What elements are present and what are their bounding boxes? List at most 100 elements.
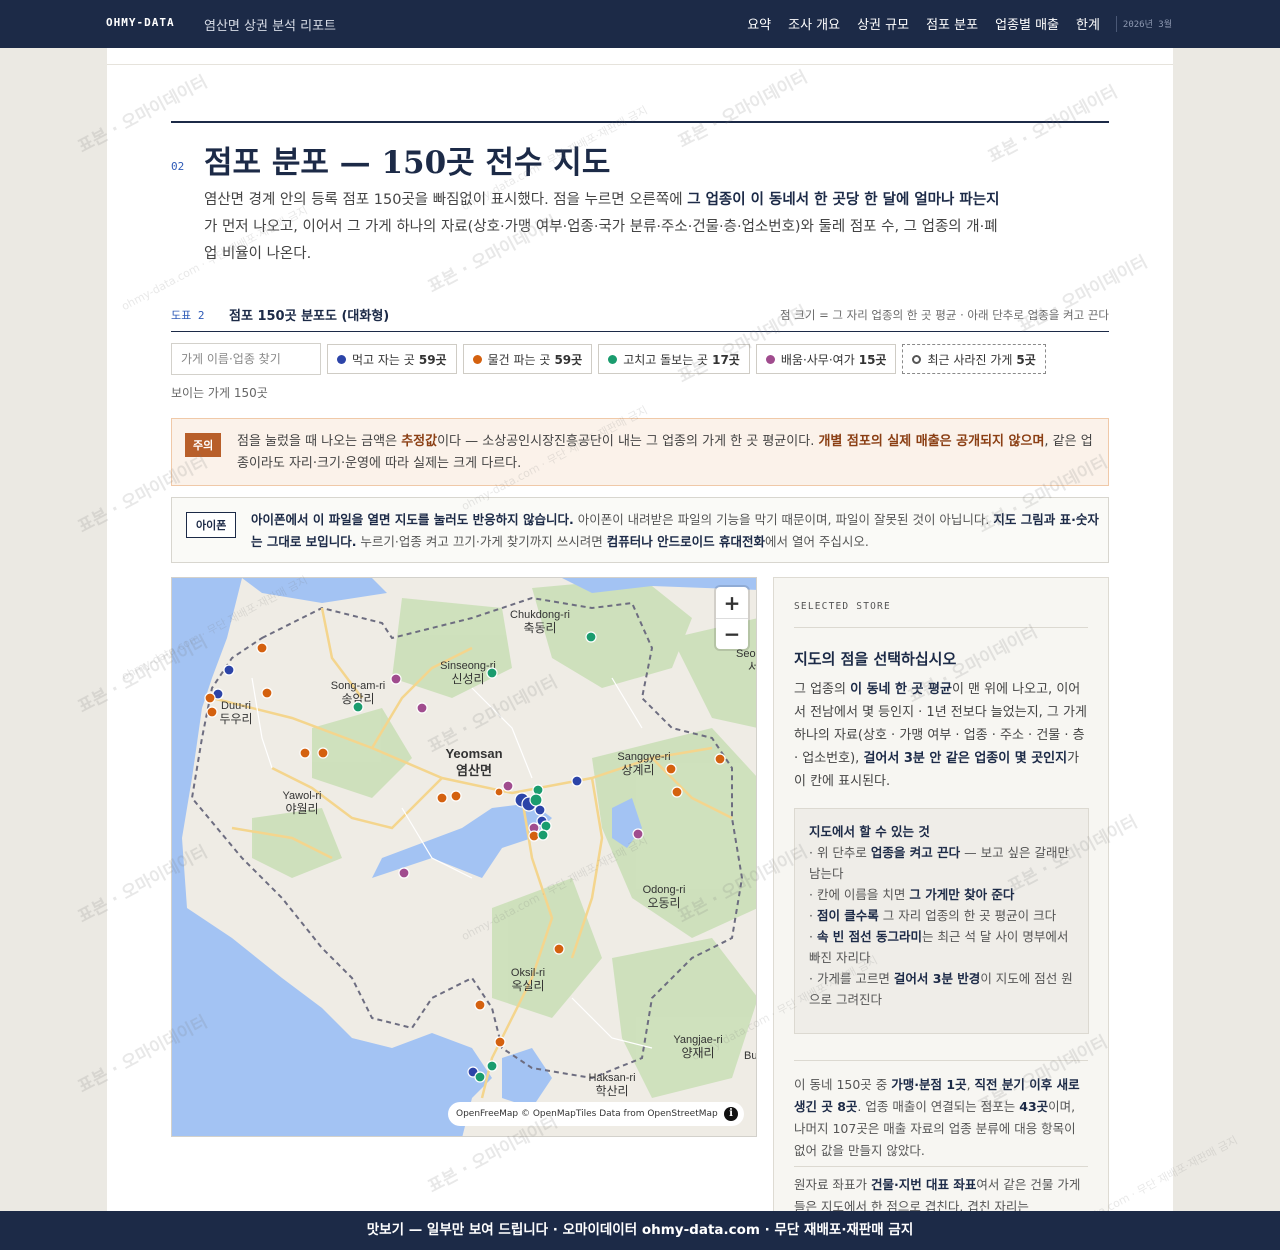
nav-limitations[interactable]: 한계 <box>1076 14 1100 33</box>
store-marker[interactable] <box>223 664 235 676</box>
howto-title: 지도에서 할 수 있는 것 <box>809 824 930 839</box>
store-marker[interactable] <box>206 706 218 718</box>
closed-ring-icon <box>912 354 922 364</box>
label-chukdong-en: Chukdong-ri <box>510 609 570 621</box>
store-marker[interactable] <box>390 673 402 685</box>
label-yawol-en: Yawol-ri <box>283 790 322 802</box>
store-marker[interactable] <box>571 775 583 787</box>
food-color-dot <box>337 354 346 364</box>
store-marker[interactable] <box>632 828 644 840</box>
store-marker[interactable] <box>256 642 268 654</box>
label-chukdong-ko: 축동리 <box>523 621 556 635</box>
filter-repair-care[interactable]: 고치고 돌보는 곳 17곳 <box>598 344 750 374</box>
zoom-control: + − <box>716 587 748 649</box>
label-haksan-en: Haksan-ri <box>588 1072 635 1084</box>
store-marker[interactable] <box>532 784 544 796</box>
label-odong-en: Odong-ri <box>643 884 686 896</box>
report-date: 2026년 3월 <box>1122 20 1172 30</box>
howto-item: · 속 빈 점선 동그라미는 최근 석 달 사이 명부에서 빠진 자리다 <box>809 929 1069 965</box>
store-marker[interactable] <box>534 804 546 816</box>
label-duu-ko: 두우리 <box>219 712 252 726</box>
label-odong-ko: 오동리 <box>647 896 680 910</box>
caution-notice: 주의 점을 눌렀을 때 나오는 금액은 추정값이다 — 소상공인시장진흥공단이 … <box>171 418 1109 486</box>
main-nav: 요약 조사 개요 상권 규모 점포 분포 업종별 매출 한계 2026년 3월 <box>730 14 1172 33</box>
howto-item: · 칸에 이름을 치면 그 가게만 찾아 준다 <box>809 887 1015 902</box>
filter-edu-office-leisure[interactable]: 배움·사무·여가 15곳 <box>755 344 897 374</box>
nav-survey-overview[interactable]: 조사 개요 <box>788 14 840 33</box>
label-bu-en: Bu <box>744 1050 757 1062</box>
store-marker[interactable] <box>671 786 683 798</box>
filter-retail[interactable]: 물건 파는 곳 59곳 <box>462 344 593 374</box>
figure-title: 점포 150곳 분포도 (대화형) <box>229 309 390 324</box>
info-icon[interactable]: i <box>724 1107 738 1121</box>
store-marker[interactable] <box>486 667 498 679</box>
label-seo-ko: 서 <box>748 660 757 674</box>
store-map[interactable]: Chukdong-ri 축동리 Sinseong-ri 신성리 Song-am-… <box>171 577 757 1137</box>
report-page: 02 점포 분포 — 150곳 전수 지도 염산면 경계 안의 등록 점포 15… <box>107 48 1173 1218</box>
preview-footer: 맛보기 — 일부만 보여 드립니다 · 오마이데이터 ohmy-data.com… <box>0 1211 1280 1250</box>
store-marker[interactable] <box>665 763 677 775</box>
nav-summary[interactable]: 요약 <box>747 14 771 33</box>
label-haksan-ko: 학산리 <box>595 1084 628 1098</box>
filter-closed-stores[interactable]: 최근 사라진 가게 5곳 <box>902 344 1046 374</box>
label-sanggye-ko: 상계리 <box>621 763 654 777</box>
panel-divider <box>794 1166 1088 1167</box>
caution-tag: 주의 <box>185 433 222 457</box>
zoom-out-button[interactable]: − <box>716 618 748 649</box>
store-marker[interactable] <box>474 1071 486 1083</box>
store-marker[interactable] <box>585 631 597 643</box>
store-marker[interactable] <box>494 787 504 797</box>
iphone-notice: 아이폰 아이폰에서 이 파일을 열면 지도를 눌러도 반응하지 않습니다. 아이… <box>171 497 1109 563</box>
filter-food-lodging[interactable]: 먹고 자는 곳 59곳 <box>327 344 457 374</box>
retail-color-dot <box>472 354 482 364</box>
store-marker[interactable] <box>416 702 428 714</box>
label-yangjae-en: Yangjae-ri <box>673 1034 722 1046</box>
store-marker[interactable] <box>352 701 364 713</box>
label-sinseong-ko: 신성리 <box>451 672 484 686</box>
howto-item: · 점이 클수록 그 자리 업종의 한 곳 평균이 크다 <box>809 908 1057 923</box>
store-marker[interactable] <box>398 867 410 879</box>
store-marker[interactable] <box>474 999 486 1011</box>
store-marker[interactable] <box>553 943 565 955</box>
nav-store-distribution[interactable]: 점포 분포 <box>926 14 978 33</box>
nav-sales-by-industry[interactable]: 업종별 매출 <box>995 14 1059 33</box>
store-marker[interactable] <box>486 1060 498 1072</box>
store-marker[interactable] <box>299 747 311 759</box>
repair-color-dot <box>608 354 618 364</box>
store-marker[interactable] <box>450 790 462 802</box>
label-duu-en: Duu-ri <box>221 700 251 712</box>
store-marker[interactable] <box>537 829 549 841</box>
store-marker[interactable] <box>502 780 514 792</box>
page-divider <box>107 64 1173 65</box>
caution-text: 점을 눌렀을 때 나오는 금액은 추정값이다 — 소상공인시장진흥공단이 내는 … <box>237 434 1093 471</box>
store-marker[interactable] <box>529 793 543 807</box>
figure-number: 도표 2 <box>171 309 205 322</box>
label-yeomsan-ko: 염산면 <box>456 763 492 778</box>
store-marker[interactable] <box>436 792 448 804</box>
store-marker[interactable] <box>204 692 216 704</box>
label-yawol-ko: 야월리 <box>285 802 318 816</box>
store-marker[interactable] <box>261 687 273 699</box>
store-marker[interactable] <box>494 1036 506 1048</box>
label-sanggye-en: Sanggye-ri <box>617 751 670 763</box>
edu-color-dot <box>765 354 775 364</box>
store-marker[interactable] <box>317 747 329 759</box>
label-yangjae-ko: 양재리 <box>681 1046 714 1060</box>
howto-item: · 가게를 고르면 걸어서 3분 반경이 지도에 점선 원으로 그려진다 <box>809 971 1073 1007</box>
figure-note: 점 크기 = 그 자리 업종의 한 곳 평균 · 아래 단추로 업종을 켜고 끈… <box>780 308 1109 322</box>
section-store-distribution: 02 점포 분포 — 150곳 전수 지도 염산면 경계 안의 등록 점포 15… <box>171 121 1109 1217</box>
zoom-in-button[interactable]: + <box>716 587 748 618</box>
store-search-input[interactable] <box>171 343 321 375</box>
nav-market-size[interactable]: 상권 규모 <box>857 14 909 33</box>
section-rule <box>171 121 1109 123</box>
map-attribution: OpenFreeMap © OpenMapTiles Data from Ope… <box>448 1102 744 1126</box>
panel-label: SELECTED STORE <box>794 601 891 612</box>
attribution-text[interactable]: OpenFreeMap © OpenMapTiles Data from Ope… <box>456 1109 718 1119</box>
label-yeomsan-en: Yeomsan <box>445 746 502 761</box>
iphone-text: 아이폰에서 이 파일을 열면 지도를 눌러도 반응하지 않습니다. 아이폰이 내… <box>251 512 1099 549</box>
section-title: 점포 분포 — 150곳 전수 지도 <box>204 145 611 181</box>
brand-logo[interactable]: OHMY-DATA <box>106 16 175 29</box>
section-number: 02 <box>171 160 185 173</box>
map-canvas[interactable]: Chukdong-ri 축동리 Sinseong-ri 신성리 Song-am-… <box>172 578 757 1137</box>
store-marker[interactable] <box>714 753 726 765</box>
